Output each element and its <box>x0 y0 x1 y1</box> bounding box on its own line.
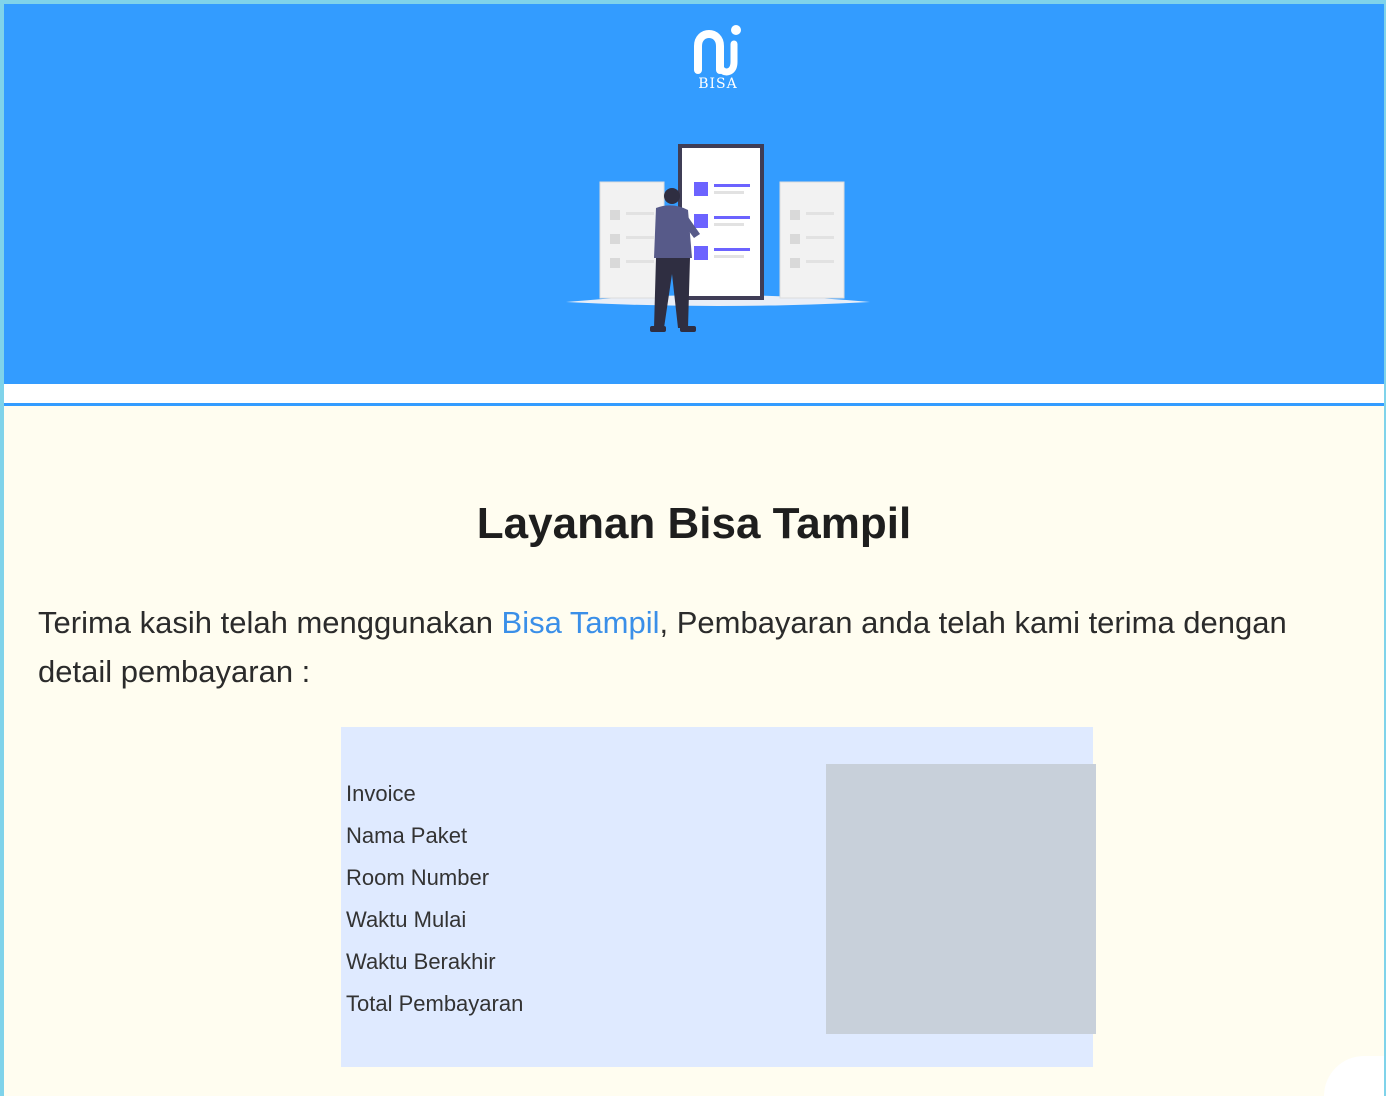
redacted-values-block <box>826 764 1096 1034</box>
detail-label-total-payment: Total Pembayaran <box>346 991 524 1016</box>
corner-decoration <box>1324 1056 1384 1096</box>
detail-label-start-time: Waktu Mulai <box>346 907 467 932</box>
payment-illustration <box>566 144 870 332</box>
service-link[interactable]: Bisa Tampil <box>502 605 660 640</box>
payment-details-labels: Invoice Nama Paket Room Number Waktu Mul… <box>346 773 523 1025</box>
header-divider <box>4 403 1384 406</box>
detail-label-invoice: Invoice <box>346 781 416 806</box>
intro-text-start: Terima kasih telah menggunakan <box>38 605 502 640</box>
header-gap <box>4 384 1384 403</box>
detail-label-room-number: Room Number <box>346 865 490 890</box>
detail-label-end-time: Waktu Berakhir <box>346 949 496 974</box>
email-page: BISA Layanan Bisa Tampil Terima kasih te… <box>4 4 1384 1096</box>
detail-label-package-name: Nama Paket <box>346 823 468 848</box>
brand-logo: BISA <box>690 20 746 94</box>
hero-banner: BISA <box>4 4 1384 384</box>
page-title: Layanan Bisa Tampil <box>476 499 912 548</box>
intro-text: Terima kasih telah menggunakan Bisa Tamp… <box>38 598 1368 696</box>
brand-logo-text: BISA <box>698 76 738 92</box>
payment-details-table: Invoice Nama Paket Room Number Waktu Mul… <box>341 727 1096 1067</box>
brand-logo-icon <box>694 25 741 76</box>
